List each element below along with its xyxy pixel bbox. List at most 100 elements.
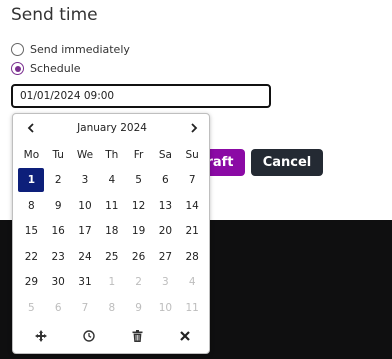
calendar-day[interactable]: 11 bbox=[179, 295, 206, 321]
calendar-day[interactable]: 22 bbox=[18, 244, 45, 270]
calendar-day[interactable]: 9 bbox=[45, 193, 72, 219]
calendar-day-number: 5 bbox=[28, 301, 35, 314]
calendar-day-number: 2 bbox=[54, 174, 62, 187]
calendar-day-number: 1 bbox=[18, 168, 45, 193]
calendar-day-number: 8 bbox=[108, 301, 116, 314]
send-immediately-radio[interactable] bbox=[11, 43, 24, 56]
calendar-day[interactable]: 24 bbox=[72, 244, 99, 270]
calendar-day[interactable]: 18 bbox=[98, 219, 125, 245]
calendar-day-number: 26 bbox=[131, 250, 146, 263]
calendar-day-number: 31 bbox=[78, 276, 92, 289]
calendar-day[interactable]: 11 bbox=[98, 193, 125, 219]
month-label: January 2024 bbox=[77, 122, 147, 134]
chevron-right-icon bbox=[189, 122, 199, 137]
calendar-day-number: 9 bbox=[54, 199, 62, 212]
calendar-day[interactable]: 8 bbox=[18, 193, 45, 219]
calendar-day[interactable]: 28 bbox=[179, 244, 206, 270]
calendar-week-row: 5 6 7 8 9 10 11 bbox=[18, 295, 206, 321]
calendar-day[interactable]: 2 bbox=[125, 270, 152, 296]
schedule-option[interactable]: Schedule bbox=[11, 62, 81, 75]
send-immediately-label: Send immediately bbox=[30, 43, 130, 56]
calendar-day[interactable]: 13 bbox=[152, 193, 179, 219]
calendar-day[interactable]: 9 bbox=[125, 295, 152, 321]
calendar-day-number: 24 bbox=[78, 250, 92, 263]
calendar-day[interactable]: 8 bbox=[98, 295, 125, 321]
calendar-day[interactable]: 7 bbox=[179, 168, 206, 194]
calendar-day-number: 4 bbox=[188, 276, 196, 289]
calendar-day-number: 23 bbox=[51, 250, 65, 263]
weekday-label: We bbox=[76, 148, 94, 161]
calendar-day-number: 4 bbox=[108, 174, 116, 187]
calendar-day[interactable]: 10 bbox=[152, 295, 179, 321]
weekday-label: Th bbox=[105, 148, 119, 161]
calendar-day-number: 6 bbox=[54, 301, 62, 314]
calendar-day[interactable]: 1 bbox=[98, 270, 125, 296]
calendar-day[interactable]: 20 bbox=[152, 219, 179, 245]
calendar-day[interactable]: 27 bbox=[152, 244, 179, 270]
calendar-day[interactable]: 2 bbox=[45, 168, 72, 194]
schedule-datetime-input[interactable]: 01/01/2024 09:00 bbox=[11, 84, 271, 108]
weekday-label: Su bbox=[185, 148, 199, 161]
clock-icon[interactable] bbox=[79, 326, 99, 346]
cancel-button[interactable]: Cancel bbox=[251, 149, 323, 176]
calendar-day[interactable]: 15 bbox=[18, 219, 45, 245]
weekday-header-row: Mo Tu We Th Fr Sa Su bbox=[18, 142, 206, 168]
calendar-day[interactable]: 31 bbox=[72, 270, 99, 296]
calendar-day[interactable]: 3 bbox=[72, 168, 99, 194]
calendar-day[interactable]: 17 bbox=[72, 219, 99, 245]
calendar-day-number: 18 bbox=[105, 225, 119, 238]
calendar-day-number: 15 bbox=[24, 225, 39, 238]
calendar-day[interactable]: 21 bbox=[179, 219, 206, 245]
calendar-day[interactable]: 3 bbox=[152, 270, 179, 296]
calendar-day-number: 14 bbox=[185, 199, 199, 212]
calendar-day[interactable]: 29 bbox=[18, 270, 45, 296]
calendar-day[interactable]: 12 bbox=[125, 193, 152, 219]
calendar-day[interactable]: 25 bbox=[98, 244, 125, 270]
weekday-label: Fr bbox=[133, 148, 144, 161]
calendar-day[interactable]: 4 bbox=[98, 168, 125, 194]
calendar-day-number: 9 bbox=[135, 301, 142, 314]
calendar-day-number: 30 bbox=[51, 276, 65, 289]
calendar-day[interactable]: 30 bbox=[45, 270, 72, 296]
weekday-label: Mo bbox=[23, 148, 40, 161]
calendar-day-number: 10 bbox=[158, 301, 173, 314]
schedule-radio[interactable] bbox=[11, 62, 24, 75]
calendar-day-number: 6 bbox=[162, 174, 169, 187]
weekday-label: Sa bbox=[158, 148, 172, 161]
calendar-day[interactable]: 6 bbox=[45, 295, 72, 321]
calendar-day[interactable]: 26 bbox=[125, 244, 152, 270]
calendar-week-row: 12 3 4 5 6 7 bbox=[18, 168, 206, 194]
cancel-button-label: Cancel bbox=[262, 155, 312, 170]
move-icon[interactable] bbox=[31, 326, 51, 346]
schedule-label: Schedule bbox=[30, 62, 81, 75]
calendar-day-selected[interactable]: 1 bbox=[18, 168, 45, 194]
calendar-grid: Mo Tu We Th Fr Sa Su 1 2 3 4 5 6 7 8 9 10 11 12 13 14 15 16 17… bbox=[18, 142, 206, 321]
calendar-day-number: 10 bbox=[78, 199, 92, 212]
calendar-day[interactable]: 23 bbox=[45, 244, 72, 270]
close-icon[interactable] bbox=[175, 326, 195, 346]
calendar-day-number: 28 bbox=[185, 250, 199, 263]
next-month-button[interactable] bbox=[185, 120, 203, 138]
calendar-day-number: 19 bbox=[131, 225, 146, 238]
calendar-day[interactable]: 6 bbox=[152, 168, 179, 194]
calendar-day-number: 21 bbox=[185, 225, 199, 238]
calendar-day-number: 20 bbox=[158, 225, 173, 238]
calendar-week-row: 29 30 31 1 2 3 4 bbox=[18, 270, 206, 296]
calendar-day-number: 3 bbox=[162, 276, 169, 289]
calendar-day[interactable]: 5 bbox=[18, 295, 45, 321]
calendar-day-number: 16 bbox=[51, 225, 65, 238]
calendar-day-number: 7 bbox=[188, 174, 196, 187]
save-draft-button-label: raft bbox=[206, 155, 234, 170]
calendar-day[interactable]: 19 bbox=[125, 219, 152, 245]
send-immediately-option[interactable]: Send immediately bbox=[11, 43, 130, 56]
calendar-day[interactable]: 16 bbox=[45, 219, 72, 245]
calendar-day[interactable]: 4 bbox=[179, 270, 206, 296]
trash-icon[interactable] bbox=[127, 326, 147, 346]
calendar-day[interactable]: 5 bbox=[125, 168, 152, 194]
calendar-day[interactable]: 14 bbox=[179, 193, 206, 219]
calendar-day-number: 3 bbox=[81, 174, 89, 187]
calendar-day-number: 1 bbox=[108, 276, 116, 289]
calendar-day[interactable]: 7 bbox=[72, 295, 99, 321]
calendar-week-row: 22 23 24 25 26 27 28 bbox=[18, 244, 206, 270]
calendar-day[interactable]: 10 bbox=[72, 193, 99, 219]
